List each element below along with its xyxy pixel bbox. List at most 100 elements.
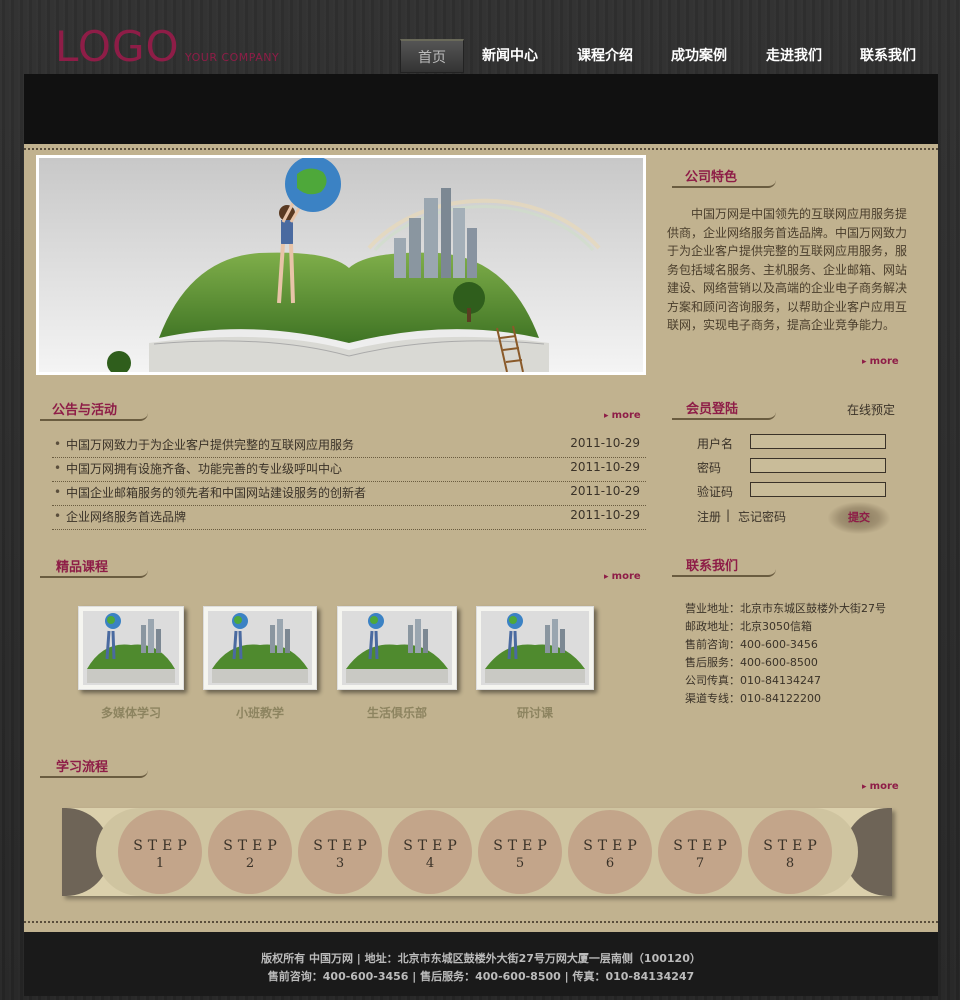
contact-fax: 公司传真：010-84134247: [685, 674, 821, 687]
news-underline: [40, 413, 148, 421]
course-label[interactable]: 多媒体学习: [78, 704, 184, 721]
bullet-icon: •: [54, 509, 62, 523]
news-title-text[interactable]: 企业网络服务首选品牌: [66, 508, 186, 525]
news-title-text[interactable]: 中国企业邮箱服务的领先者和中国网站建设服务的创新者: [66, 484, 366, 501]
step-circle: STEP 5: [478, 810, 562, 894]
features-more-link[interactable]: more: [862, 356, 899, 367]
divider-top: [24, 148, 938, 150]
step-word: STEP: [673, 838, 732, 854]
online-booking-link[interactable]: 在线预定: [847, 401, 895, 418]
nav-about[interactable]: 走进我们: [764, 39, 824, 73]
step-word: STEP: [493, 838, 552, 854]
bullet-icon: •: [54, 461, 62, 475]
news-title-text[interactable]: 中国万网致力于为企业客户提供完整的互联网应用服务: [66, 436, 354, 453]
step-word: STEP: [313, 838, 372, 854]
nav-cases[interactable]: 成功案例: [669, 39, 729, 73]
step-circle: STEP 6: [568, 810, 652, 894]
step-number: 3: [335, 856, 345, 871]
step-circle: STEP 3: [298, 810, 382, 894]
link-separator: |: [726, 508, 731, 522]
course-label[interactable]: 研讨课: [476, 704, 594, 721]
contact-address: 营业地址：北京市东城区鼓楼外大街27号: [685, 602, 886, 615]
login-underline: [672, 412, 776, 420]
bullet-icon: •: [54, 485, 62, 499]
news-item[interactable]: • 中国万网致力于为企业客户提供完整的互联网应用服务 2011-10-29: [52, 434, 646, 458]
step-circle: STEP 8: [748, 810, 832, 894]
step-circle: STEP 7: [658, 810, 742, 894]
submit-button[interactable]: 提交: [828, 502, 890, 534]
course-image: [208, 611, 312, 685]
step-word: STEP: [223, 838, 282, 854]
captcha-label: 验证码: [697, 485, 734, 499]
course-thumbnail[interactable]: [476, 606, 594, 690]
contact-presales: 售前咨询：400-600-3456: [685, 638, 818, 651]
course-image: [342, 611, 452, 685]
banner-illustration: [39, 158, 643, 372]
course-card[interactable]: 研讨课: [476, 606, 594, 721]
steps-bar: STEP 1 STEP 2 STEP 3 STEP 4 STEP 5 STEP 6 STEP…: [62, 808, 892, 896]
step-word: STEP: [133, 838, 192, 854]
step-number: 8: [785, 856, 795, 871]
process-more-link[interactable]: more: [862, 781, 899, 792]
footer-contact: 售前咨询：400-600-3456 | 售后服务：400-600-8500 | …: [267, 970, 695, 983]
divider-bottom: [24, 921, 938, 923]
features-underline: [672, 180, 776, 188]
news-item[interactable]: • 中国万网拥有设施齐备、功能完善的专业级呼叫中心 2011-10-29: [52, 458, 646, 482]
forgot-password-link[interactable]: 忘记密码: [738, 508, 786, 525]
contact-underline: [672, 569, 776, 577]
password-input[interactable]: [750, 458, 886, 473]
step-word: STEP: [403, 838, 462, 854]
features-text: 中国万网是中国领先的互联网应用服务提供商，企业网络服务首选品牌。中国万网致力于为…: [667, 207, 908, 332]
step-circle: STEP 4: [388, 810, 472, 894]
news-more-link[interactable]: more: [604, 410, 641, 421]
course-card[interactable]: 生活俱乐部: [337, 606, 457, 721]
step-circle: STEP 2: [208, 810, 292, 894]
news-item[interactable]: • 中国企业邮箱服务的领先者和中国网站建设服务的创新者 2011-10-29: [52, 482, 646, 506]
username-input[interactable]: [750, 434, 886, 449]
banner-image: [36, 155, 646, 375]
footer: 版权所有 中国万网 | 地址：北京市东城区鼓楼外大街27号万网大厦一层南侧（10…: [24, 932, 938, 996]
news-date: 2011-10-29: [570, 508, 640, 522]
register-link[interactable]: 注册: [697, 508, 721, 525]
course-image: [481, 611, 589, 685]
news-date: 2011-10-29: [570, 460, 640, 474]
news-date: 2011-10-29: [570, 436, 640, 450]
process-underline: [40, 770, 148, 778]
step-circle: STEP 1: [118, 810, 202, 894]
captcha-input[interactable]: [750, 482, 886, 497]
courses-underline: [40, 570, 148, 578]
contact-aftersales: 售后服务：400-600-8500: [685, 656, 818, 669]
course-thumbnail[interactable]: [203, 606, 317, 690]
step-number: 5: [515, 856, 525, 871]
bullet-icon: •: [54, 437, 62, 451]
step-number: 1: [155, 856, 165, 871]
password-label: 密码: [697, 461, 722, 475]
course-thumbnail[interactable]: [337, 606, 457, 690]
header-banner-bar: [24, 74, 938, 144]
contact-postal: 邮政地址：北京3050信箱: [685, 620, 812, 633]
step-number: 2: [245, 856, 255, 871]
step-number: 4: [425, 856, 435, 871]
logo[interactable]: LOGO: [55, 26, 180, 68]
nav-news[interactable]: 新闻中心: [480, 39, 540, 73]
news-title-text[interactable]: 中国万网拥有设施齐备、功能完善的专业级呼叫中心: [66, 460, 342, 477]
course-card[interactable]: 小班教学: [203, 606, 317, 721]
nav-courses[interactable]: 课程介绍: [575, 39, 635, 73]
step-number: 6: [605, 856, 615, 871]
nav-home[interactable]: 首页: [400, 39, 464, 73]
step-word: STEP: [763, 838, 822, 854]
logo-subtitle: YOUR COMPANY: [185, 51, 280, 64]
news-item[interactable]: • 企业网络服务首选品牌 2011-10-29: [52, 506, 646, 530]
footer-copyright: 版权所有 中国万网 | 地址：北京市东城区鼓楼外大街27号万网大厦一层南侧（10…: [261, 952, 701, 965]
contact-channel: 渠道专线：010-84122200: [685, 692, 821, 705]
course-label[interactable]: 生活俱乐部: [337, 704, 457, 721]
course-card[interactable]: 多媒体学习: [78, 606, 184, 721]
nav-contact[interactable]: 联系我们: [858, 39, 918, 73]
main-nav: 首页 新闻中心 课程介绍 成功案例 走进我们 联系我们: [400, 39, 940, 73]
course-thumbnail[interactable]: [78, 606, 184, 690]
step-number: 7: [695, 856, 705, 871]
step-word: STEP: [583, 838, 642, 854]
courses-more-link[interactable]: more: [604, 571, 641, 582]
news-date: 2011-10-29: [570, 484, 640, 498]
course-label[interactable]: 小班教学: [203, 704, 317, 721]
